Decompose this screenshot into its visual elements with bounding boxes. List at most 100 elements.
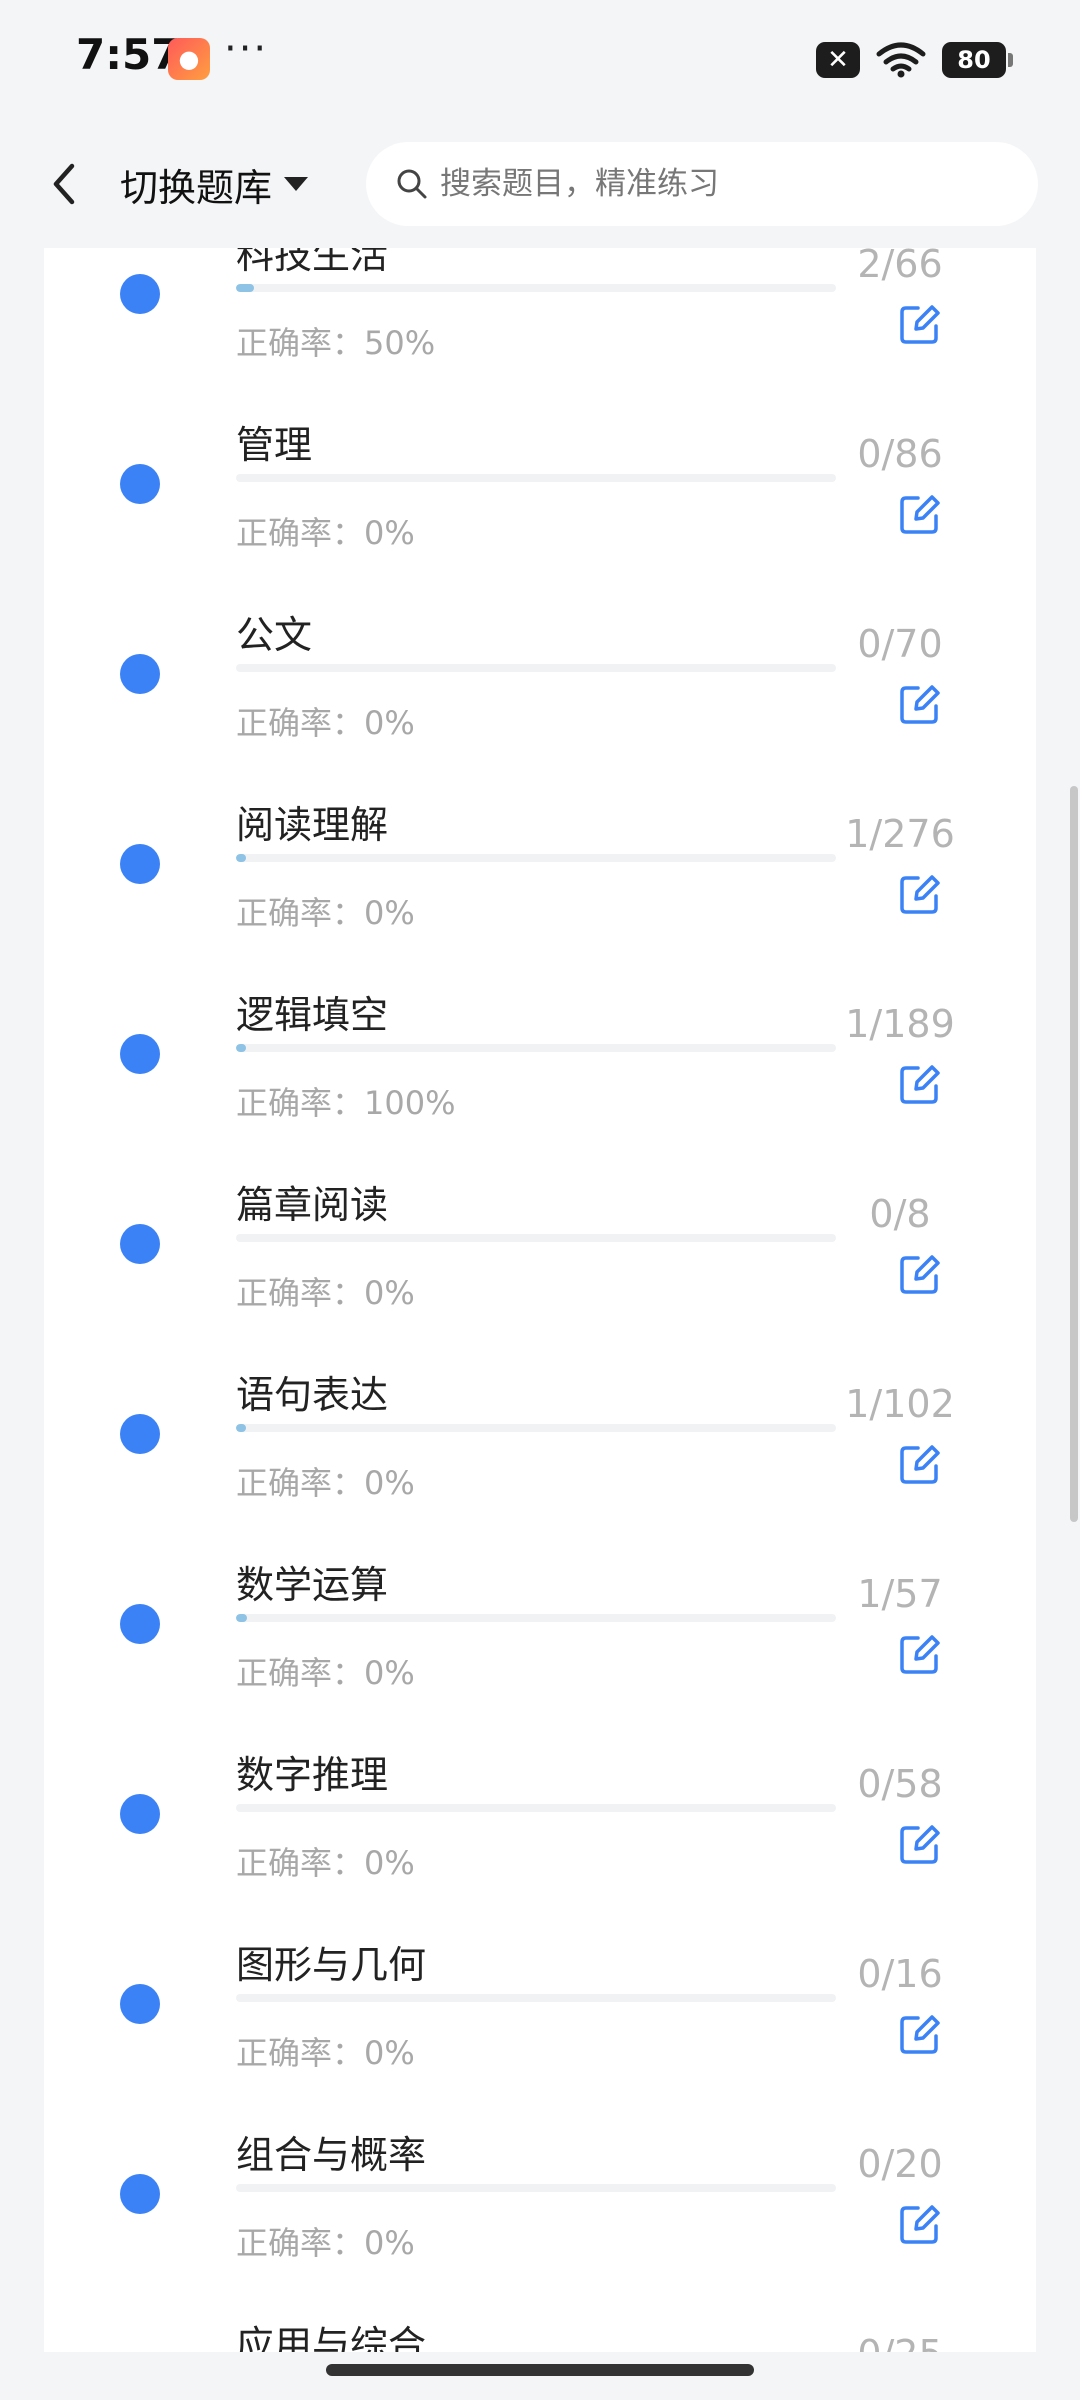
home-indicator[interactable] xyxy=(326,2364,754,2376)
question-count: 2/66 xyxy=(857,248,943,286)
question-count: 1/276 xyxy=(845,812,955,856)
edit-icon[interactable] xyxy=(898,2202,942,2246)
header: 切换题库 xyxy=(0,120,1080,248)
category-dot-icon xyxy=(120,844,160,884)
accuracy-text: 正确率：0% xyxy=(236,1274,415,1312)
search-input[interactable] xyxy=(438,165,998,203)
progress-bar xyxy=(236,2184,836,2192)
progress-bar xyxy=(236,664,836,672)
category-dot-icon xyxy=(120,654,160,694)
status-bar: 7:57 ● ··· ✕ 80 xyxy=(0,0,1080,120)
category-title: 阅读理解 xyxy=(236,803,389,847)
progress-bar xyxy=(236,284,836,292)
list-item[interactable]: 数学运算 正确率：0% 1/57 xyxy=(44,1516,1036,1706)
accuracy-text: 正确率：0% xyxy=(236,514,415,552)
accuracy-text: 正确率：50% xyxy=(236,324,436,362)
accuracy-text: 正确率：0% xyxy=(236,2224,415,2262)
switch-question-bank-button[interactable]: 切换题库 xyxy=(120,158,310,210)
question-count: 1/57 xyxy=(857,1572,943,1616)
category-dot-icon xyxy=(120,464,160,504)
edit-icon[interactable] xyxy=(898,1632,942,1676)
category-dot-icon xyxy=(120,1224,160,1264)
progress-bar xyxy=(236,1234,836,1242)
status-time: 7:57 xyxy=(76,30,181,79)
category-title: 管理 xyxy=(236,423,313,467)
category-dot-icon xyxy=(120,1984,160,2024)
question-count: 0/20 xyxy=(857,2142,943,2186)
progress-fill xyxy=(236,1424,246,1432)
question-count: 0/16 xyxy=(857,1952,943,1996)
edit-icon[interactable] xyxy=(898,302,942,346)
category-title: 图形与几何 xyxy=(236,1943,427,1987)
list-item[interactable]: 数字推理 正确率：0% 0/58 xyxy=(44,1706,1036,1896)
accuracy-text: 正确率：100% xyxy=(236,1084,456,1122)
progress-bar xyxy=(236,474,836,482)
question-count: 1/102 xyxy=(845,1382,955,1426)
category-title: 组合与概率 xyxy=(236,2133,427,2177)
category-title: 篇章阅读 xyxy=(236,1183,389,1227)
no-sim-icon: ✕ xyxy=(816,42,860,78)
category-title: 数学运算 xyxy=(236,1563,389,1607)
search-icon xyxy=(397,169,427,199)
list-item[interactable]: 阅读理解 正确率：0% 1/276 xyxy=(44,756,1036,946)
accuracy-text: 正确率：0% xyxy=(236,1464,415,1502)
question-count: 0/25 xyxy=(820,2332,980,2352)
accuracy-text: 正确率：0% xyxy=(236,894,415,932)
accuracy-text: 正确率：0% xyxy=(236,1844,415,1882)
accuracy-text: 正确率：0% xyxy=(236,1654,415,1692)
category-title: 应用与综合 xyxy=(236,2323,427,2352)
accuracy-text: 正确率：0% xyxy=(236,704,415,742)
search-bar[interactable] xyxy=(366,142,1038,226)
category-title: 逻辑填空 xyxy=(236,993,389,1037)
scrollbar-thumb[interactable] xyxy=(1070,786,1078,1522)
more-notifications-icon: ··· xyxy=(224,26,269,72)
category-title: 数字推理 xyxy=(236,1753,389,1797)
progress-fill xyxy=(236,1044,246,1052)
category-title: 公文 xyxy=(236,613,313,657)
list-item[interactable]: 篇章阅读 正确率：0% 0/8 xyxy=(44,1136,1036,1326)
category-list-content: 科技生活 正确率：50% 2/66 管理 正确率：0% 0/86 公文 正确率：… xyxy=(44,248,1036,2352)
category-list[interactable]: 科技生活 正确率：50% 2/66 管理 正确率：0% 0/86 公文 正确率：… xyxy=(44,248,1036,2352)
edit-icon[interactable] xyxy=(898,492,942,536)
list-item[interactable]: 组合与概率 正确率：0% 0/20 xyxy=(44,2086,1036,2276)
progress-fill xyxy=(236,1614,247,1622)
question-count: 1/189 xyxy=(845,1002,955,1046)
category-dot-icon xyxy=(120,2174,160,2214)
caret-down-icon xyxy=(284,177,309,191)
list-item[interactable]: 公文 正确率：0% 0/70 xyxy=(44,566,1036,756)
list-item[interactable]: 科技生活 正确率：50% 2/66 xyxy=(44,248,1036,376)
wifi-icon xyxy=(876,42,926,78)
edit-icon[interactable] xyxy=(898,1442,942,1486)
progress-fill xyxy=(236,284,254,292)
category-dot-icon xyxy=(120,1034,160,1074)
back-arrow-icon[interactable] xyxy=(44,158,84,210)
status-indicators: ✕ 80 xyxy=(816,40,1013,80)
list-item[interactable]: 应用与综合 正确率：0% 0/25 xyxy=(44,2276,1036,2352)
category-title: 科技生活 xyxy=(236,248,389,277)
edit-icon[interactable] xyxy=(898,2012,942,2056)
question-count: 0/8 xyxy=(869,1192,931,1236)
question-count: 0/70 xyxy=(857,622,943,666)
list-item[interactable]: 管理 正确率：0% 0/86 xyxy=(44,376,1036,566)
category-dot-icon xyxy=(120,1794,160,1834)
list-item[interactable]: 逻辑填空 正确率：100% 1/189 xyxy=(44,946,1036,1136)
edit-icon[interactable] xyxy=(898,682,942,726)
switch-question-bank-label: 切换题库 xyxy=(120,165,273,210)
app-notification-icon: ● xyxy=(168,38,210,80)
category-dot-icon xyxy=(120,274,160,314)
category-dot-icon xyxy=(120,1414,160,1454)
edit-icon[interactable] xyxy=(898,1252,942,1296)
list-item[interactable]: 语句表达 正确率：0% 1/102 xyxy=(44,1326,1036,1516)
list-item[interactable]: 图形与几何 正确率：0% 0/16 xyxy=(44,1896,1036,2086)
edit-icon[interactable] xyxy=(898,872,942,916)
progress-bar xyxy=(236,1044,836,1052)
category-title: 语句表达 xyxy=(236,1373,389,1417)
battery-icon: 80 xyxy=(942,42,1013,78)
accuracy-text: 正确率：0% xyxy=(236,2034,415,2072)
progress-bar xyxy=(236,854,836,862)
edit-icon[interactable] xyxy=(898,1062,942,1106)
progress-bar xyxy=(236,1424,836,1432)
progress-bar xyxy=(236,1994,836,2002)
question-count: 0/86 xyxy=(857,432,943,476)
edit-icon[interactable] xyxy=(898,1822,942,1866)
